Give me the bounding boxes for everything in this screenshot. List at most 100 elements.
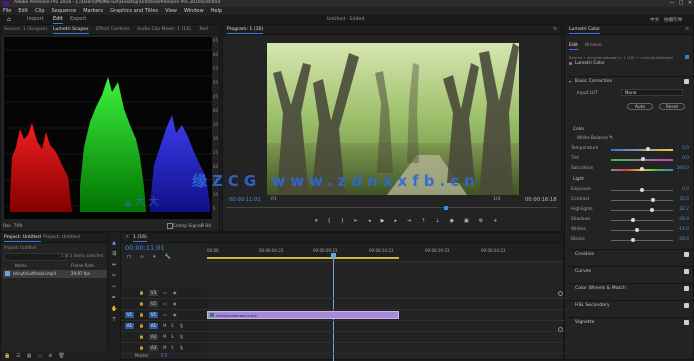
lock-track-icon[interactable]: 🔒 [139,323,144,328]
slider-knob[interactable] [649,208,654,212]
voice-over-icon[interactable]: 🎙 [179,345,184,350]
voice-over-icon[interactable]: 🎙 [179,334,184,339]
hand-tool-icon[interactable]: ✋ [111,306,117,312]
menu-sequence[interactable]: Sequence [52,7,77,15]
marker-icon[interactable]: ▾ [315,218,318,226]
lumetri-effect-dropdown[interactable]: Lumetri Color [575,61,605,66]
tab-sequence[interactable]: 1 (16) [133,234,147,242]
step-forward-icon[interactable]: ▸ [394,218,397,226]
lock-track-icon[interactable]: 🔒 [139,312,144,317]
add-button-icon[interactable]: + [493,218,497,226]
slider-knob[interactable] [631,218,636,222]
type-tool-icon[interactable]: T [111,317,117,323]
slider-track[interactable] [611,220,673,221]
solo-button[interactable]: S [171,345,174,350]
menu-window[interactable]: Window [184,7,204,15]
menu-graphics[interactable]: Graphics and Titles [110,7,158,15]
saturation-slider[interactable]: Saturation 100.0 [571,166,689,173]
wrench-icon[interactable]: 🔧 [165,254,171,260]
auto-button[interactable]: Auto [627,103,653,110]
menu-edit[interactable]: Edit [18,7,28,15]
menu-markers[interactable]: Markers [83,7,103,15]
lumetri-fx-toggle[interactable] [685,55,689,59]
slider-track[interactable] [611,210,673,211]
slider-value[interactable]: 100.0 [677,166,689,171]
exposure-slider[interactable]: Exposure 0.0 [571,187,689,194]
work-area-bar[interactable] [207,257,399,259]
fx-badge-icon[interactable] [569,62,572,65]
tab-text[interactable]: Text [199,26,208,33]
track-select-tool-icon[interactable]: ⇶ [111,251,117,257]
clip-path[interactable]: Source • nhnytirlusfineari > 1 (16) • n … [569,55,673,60]
lock-track-icon[interactable]: 🔒 [139,290,144,295]
slider-value[interactable]: 0.0 [682,156,689,161]
eye-icon[interactable]: ◉ [173,301,177,306]
slider-knob[interactable] [651,198,656,202]
eye-icon[interactable]: ◉ [173,290,177,295]
track-name[interactable]: A2 [149,334,158,340]
timeline-ruler[interactable]: 00:00 00:00:04:23 00:00:09:23 00:00:14:2… [207,243,563,262]
tab-export[interactable]: Export [70,16,86,23]
slider-knob[interactable] [635,228,640,232]
voice-over-icon[interactable]: 🎙 [179,323,184,328]
track-name[interactable]: A3 [149,345,158,351]
light-subsection[interactable]: Light [573,177,584,182]
name-column-header[interactable]: Name [15,263,27,268]
scope-colorspace[interactable]: Rec. 709 [3,224,22,229]
program-playhead[interactable] [444,206,448,210]
tab-lumetri-color[interactable]: Lumetri Color [569,26,601,34]
tab-edit[interactable]: Edit [53,16,63,24]
hsl-secondary-section[interactable]: HSL Secondary [567,300,693,311]
ripple-edit-tool-icon[interactable]: ⇹ [111,262,117,268]
slider-value[interactable]: -14.0 [678,227,689,232]
whites-slider[interactable]: Whites -14.0 [571,227,689,234]
timeline-scrollbar[interactable] [557,261,563,359]
step-back-icon[interactable]: ◂ [368,218,371,226]
section-checkbox[interactable] [684,303,689,308]
section-checkbox[interactable] [684,252,689,257]
pen-tool-icon[interactable]: ✒ [111,295,117,301]
program-time-ruler[interactable] [227,207,557,211]
tab-lumetri-scopes[interactable]: Lumetri Scopes [53,26,89,34]
section-checkbox[interactable] [684,286,689,291]
lift-icon[interactable]: ⇡ [421,218,425,226]
mute-button[interactable]: M [163,334,166,339]
go-to-out-icon[interactable]: ⇥ [407,218,411,226]
slider-track[interactable] [611,230,673,231]
eye-icon[interactable]: ◉ [173,312,177,317]
slider-value[interactable]: 0.0 [682,146,689,151]
shadows-slider[interactable]: Shadows -28.0 [571,217,689,224]
mark-in-icon[interactable]: { [328,218,331,226]
lock-track-icon[interactable]: 🔒 [139,345,144,350]
workspace-lang[interactable]: 中文 [650,17,659,23]
scope-bitdepth[interactable]: 8 Bit [201,224,211,229]
play-icon[interactable]: ▶ [381,218,385,226]
track-name[interactable]: V1 [149,312,158,318]
color-subsection[interactable]: Color [573,127,584,132]
close-button[interactable]: ✕ [686,0,694,7]
slider-track[interactable] [611,240,673,241]
slider-track[interactable] [611,149,673,151]
minimize-button[interactable]: — [668,0,676,7]
solo-button[interactable]: S [171,323,174,328]
compare-icon[interactable]: ▣ [464,218,469,226]
export-frame-icon[interactable]: ◉ [450,218,454,226]
slider-track[interactable] [611,200,673,201]
slider-knob[interactable] [631,238,636,242]
menu-clip[interactable]: Clip [35,7,44,15]
lock-track-icon[interactable]: 🔒 [139,301,144,306]
maximize-button[interactable]: □ [677,0,685,7]
sync-lock-icon[interactable]: ▭ [163,312,167,317]
source-patch-a1[interactable]: A1 [125,323,134,329]
vignette-section[interactable]: Vignette [567,317,693,328]
contrast-slider[interactable]: Contrast 35.0 [571,197,689,204]
tab-edit[interactable]: Edit [569,42,578,50]
temperature-slider[interactable]: Temperature 0.0 [571,146,689,153]
sync-lock-icon[interactable]: ▭ [163,301,167,306]
menu-view[interactable]: View [165,7,177,15]
track-name[interactable]: A1 [149,323,158,329]
sync-lock-icon[interactable]: ▭ [163,290,167,295]
project-search-input[interactable] [4,253,66,261]
menu-help[interactable]: Help [211,7,222,15]
tab-project[interactable]: Project: Untitled [4,234,41,242]
